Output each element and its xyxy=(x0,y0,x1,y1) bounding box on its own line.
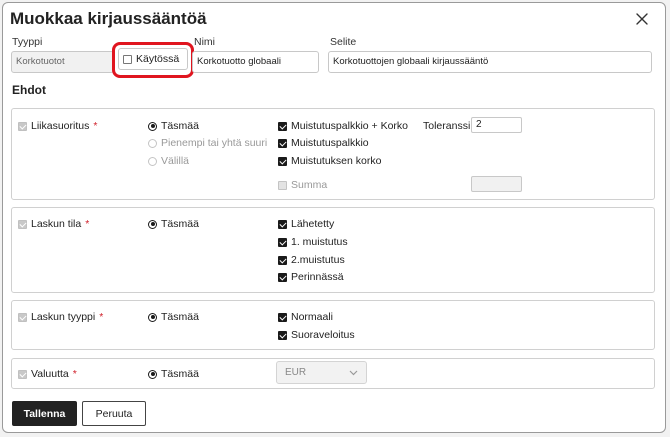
currency-select-value: EUR xyxy=(285,367,307,378)
check-fee-and-interest[interactable]: Muistutuspalkkio + Korko xyxy=(278,120,408,132)
highlight-box xyxy=(112,42,194,78)
check-first-reminder[interactable]: 1. muistutus xyxy=(278,236,348,248)
check-direct-debit[interactable]: Suoraveloitus xyxy=(278,329,355,341)
currency-label: Valuutta xyxy=(31,368,69,380)
check-first-reminder-label: 1. muistutus xyxy=(291,236,348,248)
check-sent-box[interactable] xyxy=(278,219,287,229)
radio-less-or-equal[interactable]: Pienempi tai yhtä suuri xyxy=(148,137,267,149)
check-sum[interactable]: Summa xyxy=(278,179,327,191)
check-in-collection[interactable]: Perinnässä xyxy=(278,271,344,283)
radio-matches[interactable]: Täsmää xyxy=(148,120,199,132)
conditions-heading: Ehdot xyxy=(12,83,46,97)
radio-less-or-equal-label: Pienempi tai yhtä suuri xyxy=(161,137,268,149)
overpayment-condition: Liikasuoritus * xyxy=(18,120,97,132)
check-sum-box[interactable] xyxy=(278,180,287,190)
radio-between[interactable]: Välillä xyxy=(148,155,189,167)
check-fee-and-interest-box[interactable] xyxy=(278,121,287,131)
dialog-title: Muokkaa kirjaussääntöä xyxy=(10,9,207,28)
chevron-down-icon xyxy=(349,370,358,376)
tolerance-label: Toleranssi xyxy=(423,120,471,132)
currency-condition: Valuutta * xyxy=(18,368,77,380)
type-field: Korkotuotot xyxy=(11,51,114,73)
tolerance-input[interactable]: 2 xyxy=(471,117,522,133)
required-marker: * xyxy=(99,311,104,323)
check-direct-debit-label: Suoraveloitus xyxy=(291,329,355,341)
invoice-type-radio-matches[interactable]: Täsmää xyxy=(148,311,199,323)
check-in-collection-label: Perinnässä xyxy=(291,271,344,283)
invoice-type-label: Laskun tyyppi xyxy=(31,311,96,323)
radio-between-label: Välillä xyxy=(161,155,190,167)
invoice-status-radio-label: Täsmää xyxy=(161,218,199,230)
cancel-button[interactable]: Peruuta xyxy=(82,401,146,426)
name-label: Nimi xyxy=(194,36,215,48)
check-in-collection-box[interactable] xyxy=(278,272,287,282)
invoice-type-condition: Laskun tyyppi * xyxy=(18,311,103,323)
check-direct-debit-box[interactable] xyxy=(278,330,287,340)
check-first-reminder-box[interactable] xyxy=(278,237,287,247)
currency-select[interactable]: EUR xyxy=(276,361,367,384)
overpayment-enabled-checkbox xyxy=(18,121,27,131)
name-input[interactable]: Korkotuotto globaali xyxy=(192,51,319,73)
check-reminder-interest[interactable]: Muistutuksen korko xyxy=(278,155,381,167)
currency-radio-matches[interactable]: Täsmää xyxy=(148,368,199,380)
check-second-reminder-label: 2.muistutus xyxy=(291,254,345,266)
radio-matches-input[interactable] xyxy=(148,121,157,131)
invoice-type-radio-label: Täsmää xyxy=(161,311,199,323)
type-label: Tyyppi xyxy=(12,36,43,48)
required-marker: * xyxy=(85,218,90,230)
check-normal-box[interactable] xyxy=(278,312,287,322)
radio-between-input[interactable] xyxy=(148,156,157,166)
invoice-status-radio-matches[interactable]: Täsmää xyxy=(148,218,199,230)
check-reminder-interest-label: Muistutuksen korko xyxy=(291,155,382,167)
check-reminder-fee-label: Muistutuspalkkio xyxy=(291,137,369,149)
radio-matches-label: Täsmää xyxy=(161,120,199,132)
check-reminder-fee-box[interactable] xyxy=(278,138,287,148)
invoice-status-radio-input[interactable] xyxy=(148,219,157,229)
check-normal[interactable]: Normaali xyxy=(278,311,333,323)
required-marker: * xyxy=(72,368,77,380)
currency-enabled-checkbox xyxy=(18,369,27,379)
check-second-reminder[interactable]: 2.muistutus xyxy=(278,254,345,266)
description-label: Selite xyxy=(330,36,357,48)
required-marker: * xyxy=(93,120,98,132)
radio-less-or-equal-input[interactable] xyxy=(148,138,157,148)
overpayment-label: Liikasuoritus xyxy=(31,120,90,132)
check-sent-label: Lähetetty xyxy=(291,218,335,230)
check-sent[interactable]: Lähetetty xyxy=(278,218,334,230)
close-icon[interactable] xyxy=(634,11,650,27)
check-reminder-fee[interactable]: Muistutuspalkkio xyxy=(278,137,369,149)
check-second-reminder-box[interactable] xyxy=(278,255,287,265)
invoice-status-enabled-checkbox xyxy=(18,219,27,229)
sum-input[interactable] xyxy=(471,176,522,192)
save-button[interactable]: Tallenna xyxy=(12,401,77,426)
description-input[interactable]: Korkotuottojen globaali kirjaussääntö xyxy=(328,51,652,73)
invoice-status-condition: Laskun tila * xyxy=(18,218,89,230)
invoice-type-enabled-checkbox xyxy=(18,312,27,322)
currency-radio-label: Täsmää xyxy=(161,368,199,380)
section-invoice-type xyxy=(11,300,655,350)
check-normal-label: Normaali xyxy=(291,311,334,323)
check-reminder-interest-box[interactable] xyxy=(278,156,287,166)
check-fee-and-interest-label: Muistutuspalkkio + Korko xyxy=(291,120,409,132)
check-sum-label: Summa xyxy=(291,179,328,191)
invoice-status-label: Laskun tila xyxy=(31,218,82,230)
invoice-type-radio-input[interactable] xyxy=(148,312,157,322)
currency-radio-input[interactable] xyxy=(148,369,157,379)
